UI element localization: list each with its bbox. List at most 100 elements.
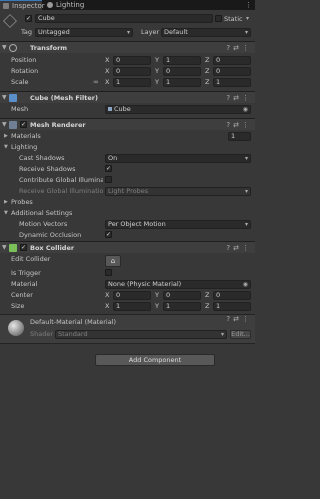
- transform-header[interactable]: ▼ Transform ?⇄⋮: [0, 41, 255, 53]
- shader-dropdown[interactable]: Standard: [55, 330, 227, 339]
- size-z-input[interactable]: 1: [213, 302, 251, 311]
- menu-icon: ⋮: [242, 44, 252, 52]
- axis-z[interactable]: Z: [205, 77, 209, 87]
- physic-material-value: None (Physic Material): [108, 280, 182, 288]
- menu-icon: ⋮: [242, 94, 252, 102]
- tab-inspector[interactable]: Inspector: [0, 0, 45, 10]
- tab-menu-icon[interactable]: ⋮: [245, 0, 252, 10]
- axis-y[interactable]: Y: [155, 301, 159, 311]
- receive-shadows-checkbox[interactable]: ✓: [105, 165, 112, 172]
- axis-z[interactable]: Z: [205, 66, 209, 76]
- axis-z[interactable]: Z: [205, 290, 209, 300]
- scale-row: Scale ∞ X 1 Y 1 Z 1: [0, 77, 255, 87]
- position-z-input[interactable]: 0: [213, 56, 251, 65]
- gameobject-name-input[interactable]: Cube: [35, 14, 213, 23]
- active-checkbox[interactable]: ✓: [25, 15, 32, 22]
- object-picker-icon[interactable]: ◉: [243, 106, 248, 113]
- axis-y[interactable]: Y: [155, 55, 159, 65]
- mesh-renderer-header[interactable]: ▼ ✓ Mesh Renderer ?⇄⋮: [0, 118, 255, 130]
- receive-gi-dropdown: Light Probes: [105, 187, 251, 196]
- scale-label: Scale: [11, 78, 29, 86]
- axis-x[interactable]: X: [105, 290, 109, 300]
- tab-lighting[interactable]: Lighting: [44, 0, 84, 10]
- materials-count-input[interactable]: 1: [228, 132, 251, 141]
- center-label: Center: [11, 291, 33, 299]
- material-sphere-icon: [8, 320, 24, 336]
- foldout-arrow-icon[interactable]: ▼: [4, 142, 8, 152]
- receive-shadows-label: Receive Shadows: [19, 165, 76, 173]
- material-header-icons[interactable]: ?⇄⋮: [226, 313, 252, 325]
- tab-lighting-label: Lighting: [56, 1, 85, 9]
- dynamic-occlusion-checkbox[interactable]: ✓: [105, 231, 112, 238]
- foldout-arrow-icon[interactable]: ▼: [2, 119, 7, 131]
- axis-y[interactable]: Y: [155, 66, 159, 76]
- tag-dropdown[interactable]: Untagged: [35, 28, 133, 37]
- preset-icon: ⇄: [233, 44, 242, 52]
- foldout-arrow-icon[interactable]: ▶: [4, 131, 8, 141]
- rotation-y-input[interactable]: 0: [163, 67, 201, 76]
- size-x-input[interactable]: 1: [113, 302, 151, 311]
- scale-y-input[interactable]: 1: [163, 78, 201, 87]
- mesh-renderer-header-icons[interactable]: ?⇄⋮: [226, 119, 252, 131]
- center-row: Center X 0 Y 0 Z 0: [0, 290, 255, 300]
- object-picker-icon[interactable]: ◉: [243, 281, 248, 288]
- size-y-input[interactable]: 1: [163, 302, 201, 311]
- axis-x[interactable]: X: [105, 66, 109, 76]
- is-trigger-checkbox[interactable]: [105, 269, 112, 276]
- center-x-input[interactable]: 0: [113, 291, 151, 300]
- layer-dropdown[interactable]: Default: [161, 28, 251, 37]
- physic-material-field[interactable]: None (Physic Material) ◉: [105, 280, 251, 289]
- box-collider-header[interactable]: ▼ ✓ Box Collider ?⇄⋮: [0, 241, 255, 253]
- add-component-button[interactable]: Add Component: [95, 354, 215, 366]
- axis-z[interactable]: Z: [205, 301, 209, 311]
- center-z-input[interactable]: 0: [213, 291, 251, 300]
- scale-z-input[interactable]: 1: [213, 78, 251, 87]
- materials-row[interactable]: ▶ Materials 1: [0, 131, 255, 141]
- cast-shadows-value: On: [108, 154, 118, 162]
- mesh-filter-header[interactable]: ▼ Cube (Mesh Filter) ?⇄⋮: [0, 91, 255, 103]
- axis-x[interactable]: X: [105, 301, 109, 311]
- layer-label: Layer: [141, 28, 160, 36]
- scale-x-input[interactable]: 1: [113, 78, 151, 87]
- foldout-arrow-icon[interactable]: ▼: [2, 42, 7, 54]
- tag-value: Untagged: [38, 28, 70, 36]
- transform-title: Transform: [30, 44, 68, 52]
- shader-label: Shader: [30, 330, 54, 338]
- rotation-z-input[interactable]: 0: [213, 67, 251, 76]
- shader-edit-button[interactable]: Edit...: [230, 330, 251, 339]
- probes-foldout[interactable]: ▶ Probes: [0, 197, 255, 207]
- center-y-input[interactable]: 0: [163, 291, 201, 300]
- position-y-input[interactable]: 1: [163, 56, 201, 65]
- motion-vectors-dropdown[interactable]: Per Object Motion: [105, 220, 251, 229]
- axis-y[interactable]: Y: [155, 290, 159, 300]
- axis-x[interactable]: X: [105, 55, 109, 65]
- box-collider-header-icons[interactable]: ?⇄⋮: [226, 242, 252, 254]
- transform-header-icons[interactable]: ?⇄⋮: [226, 42, 252, 54]
- lighting-foldout[interactable]: ▼ Lighting: [0, 142, 255, 152]
- foldout-arrow-icon[interactable]: ▼: [4, 208, 8, 218]
- mesh-row: Mesh Cube ◉: [0, 104, 255, 114]
- additional-settings-foldout[interactable]: ▼ Additional Settings: [0, 208, 255, 218]
- material-header[interactable]: Default-Material (Material) Shader Stand…: [0, 315, 255, 343]
- mesh-filter-header-icons[interactable]: ?⇄⋮: [226, 92, 252, 104]
- axis-y[interactable]: Y: [155, 77, 159, 87]
- contribute-gi-checkbox[interactable]: [105, 176, 112, 183]
- mesh-object-field[interactable]: Cube ◉: [105, 105, 251, 114]
- mesh-renderer-icon: [9, 121, 17, 129]
- foldout-arrow-icon[interactable]: ▼: [2, 92, 7, 104]
- rotation-x-input[interactable]: 0: [113, 67, 151, 76]
- foldout-arrow-icon[interactable]: ▼: [2, 242, 7, 254]
- axis-x[interactable]: X: [105, 77, 109, 87]
- axis-z[interactable]: Z: [205, 55, 209, 65]
- position-x-input[interactable]: 0: [113, 56, 151, 65]
- static-checkbox[interactable]: [215, 15, 222, 22]
- cast-shadows-dropdown[interactable]: On: [105, 154, 251, 163]
- edit-collider-button[interactable]: ⌂: [105, 255, 121, 267]
- dynamic-occlusion-label: Dynamic Occlusion: [19, 231, 82, 239]
- mesh-renderer-enabled-checkbox[interactable]: ✓: [20, 121, 27, 128]
- receive-gi-row: Receive Global Illumination Light Probes: [0, 186, 255, 196]
- foldout-arrow-icon[interactable]: ▶: [4, 197, 8, 207]
- link-icon[interactable]: ∞: [93, 77, 99, 87]
- static-dropdown-arrow[interactable]: ▾: [246, 14, 249, 24]
- box-collider-enabled-checkbox[interactable]: ✓: [20, 244, 27, 251]
